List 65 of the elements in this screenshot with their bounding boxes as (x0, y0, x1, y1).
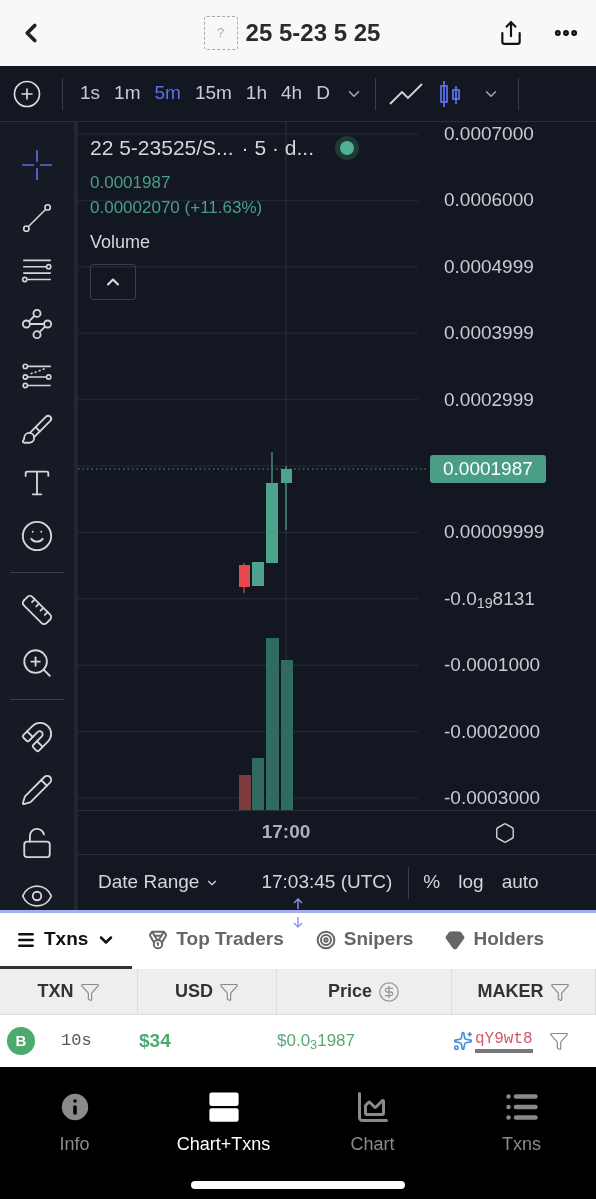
column-title: USD (175, 980, 213, 1003)
nav-tab[interactable]: Chart+Txns (149, 1089, 298, 1158)
price-label: -0.0003000 (444, 787, 541, 809)
maker-link[interactable]: qY9wt8 (475, 1029, 533, 1053)
section-tab[interactable]: Top Traders (132, 913, 300, 969)
sparkle-icon (453, 1031, 473, 1051)
timeframe-tab[interactable]: 1s (73, 79, 108, 108)
clock-label: 17:03:45 (UTC) (261, 870, 393, 895)
candle (281, 465, 292, 531)
volume-label: Volume (90, 230, 151, 254)
target-icon (315, 929, 336, 950)
price-label: 0.0003999 (444, 322, 534, 345)
usd-cell-text: $34 (139, 1028, 172, 1053)
price-label: -0.0002000 (444, 720, 541, 743)
column-title: Price (327, 980, 372, 1003)
medal-icon (148, 929, 169, 950)
price-value: 0.0001987 (90, 171, 171, 194)
section-tab[interactable]: Holders (429, 913, 561, 969)
candlestick-icon[interactable] (437, 79, 462, 108)
nav-tab[interactable]: Txns (447, 1089, 596, 1158)
timeframe-tab[interactable]: D (309, 79, 337, 108)
age-cell-text: 10s (61, 1030, 93, 1053)
scale-option[interactable]: auto (501, 868, 539, 897)
price-change: 0.00002070 (+11.63%) (90, 197, 263, 219)
nav-tab[interactable]: Info (0, 1089, 149, 1158)
add-icon[interactable] (12, 78, 42, 109)
gem-icon (445, 929, 466, 950)
timeframe-tab[interactable]: 5m (147, 79, 188, 108)
nav-tab[interactable]: Chart (298, 1089, 447, 1158)
filter-icon[interactable] (549, 981, 570, 1002)
price-label: -0.0001000 (444, 654, 541, 677)
price-label: 0.0007000 (444, 123, 534, 145)
scale-option[interactable]: log (458, 868, 484, 897)
settings-icon[interactable] (494, 821, 516, 844)
candle (239, 562, 250, 594)
filter-icon[interactable] (79, 981, 100, 1002)
price-label: -0.0$_{19}$8131 (444, 587, 535, 610)
price-label: 0.0002999 (444, 388, 534, 411)
question-mark: ? (217, 24, 225, 43)
line-chart-icon[interactable] (387, 81, 424, 106)
resize-handle-icon[interactable] (292, 898, 304, 928)
interval-label: · 5 · d... (241, 135, 314, 161)
timeframe-tab[interactable]: 1m (107, 79, 148, 108)
time-label: 17:00 (261, 820, 311, 845)
price-label: 0.0006000 (444, 189, 534, 212)
price-label: 0.0004999 (444, 255, 534, 278)
symbol-label: 22 5-23525/S... (90, 135, 234, 161)
scale-option[interactable]: % (423, 868, 441, 897)
price-cell-text: $0.0$_{3}$1987 (277, 1030, 356, 1054)
timeframe-tab[interactable]: 4h (274, 79, 310, 108)
date-range-button[interactable]: Date Range (98, 868, 220, 897)
candle (252, 562, 264, 586)
filter-icon[interactable] (548, 1031, 569, 1051)
column-title: TXN (37, 980, 74, 1003)
trade-type-badge: B (7, 1027, 35, 1055)
price-label: 0.00009999 (444, 521, 545, 544)
timeframe-tab[interactable]: 15m (187, 79, 239, 108)
collapse-button[interactable] (90, 263, 136, 300)
filter-icon[interactable] (219, 981, 239, 1002)
section-tab[interactable]: Snipers (299, 913, 430, 969)
page-title: 25 5-23 5 25 (245, 18, 381, 48)
timeframe-tab[interactable]: 1h (238, 79, 274, 108)
share-icon[interactable] (498, 20, 524, 46)
column-title: MAKER (477, 980, 544, 1003)
last-price-tag: 0.0001987 (430, 455, 546, 483)
